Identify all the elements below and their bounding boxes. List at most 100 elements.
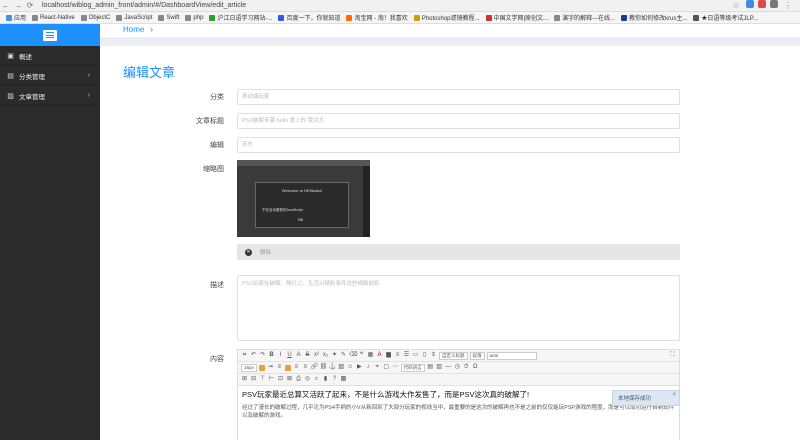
insert-row-icon[interactable]: ⊤	[259, 376, 266, 383]
ordered-list-icon[interactable]: ≡	[394, 352, 401, 359]
background-color-icon[interactable]: ▆	[385, 352, 392, 359]
close-icon[interactable]: ×	[672, 392, 676, 398]
link-icon[interactable]: 🔗	[311, 364, 318, 371]
thumbnail-image[interactable]: Welcome to HENkaku! 不在自动更新的JavaScript OK	[237, 160, 370, 237]
insert-frame-icon[interactable]: ▢	[383, 364, 390, 371]
help-icon[interactable]: ?	[331, 376, 338, 383]
bookmark-item[interactable]: React-Native	[32, 14, 75, 21]
bookmark-item[interactable]: Swift	[158, 14, 179, 21]
blockquote-icon[interactable]: ❝	[358, 352, 365, 359]
print-icon[interactable]: ⎙	[295, 376, 302, 383]
extension-icon[interactable]	[746, 0, 754, 8]
forward-icon[interactable]: →	[12, 0, 24, 12]
custom-title-select[interactable]: 自定义标题	[439, 351, 468, 360]
extension-icon[interactable]	[758, 0, 766, 8]
delete-thumbnail-button[interactable]: ✕ 删除	[237, 244, 680, 260]
html-source-icon[interactable]: ⌗	[241, 352, 248, 359]
fullscreen-icon[interactable]: ⛶	[669, 352, 676, 359]
font-border-icon[interactable]: A	[295, 352, 302, 359]
breadcrumb-home-link[interactable]: Home	[123, 25, 144, 34]
reload-icon[interactable]: ⟳	[24, 0, 36, 12]
row-spacing-icon[interactable]: ⇕	[430, 352, 437, 359]
delete-table-icon[interactable]: ⊟	[250, 376, 257, 383]
table-icon[interactable]: ⊞	[241, 376, 248, 383]
address-bar[interactable]: localhost/wiblog_admin_front/admin/#/Das…	[42, 2, 246, 9]
sidebar-item-category-management[interactable]: ▤ 分类管理 ›	[0, 66, 100, 86]
align-left-icon[interactable]: ≡	[276, 364, 283, 371]
align-justify-icon[interactable]	[284, 364, 291, 371]
insert-col-icon[interactable]: ⊢	[268, 376, 275, 383]
code-language-select[interactable]: 代码语言	[400, 363, 425, 372]
bookmark-item[interactable]: Photoshop滤镜教程...	[413, 13, 480, 22]
align-center-icon[interactable]: ≡	[293, 364, 300, 371]
indent-icon[interactable]: ⇥	[267, 364, 274, 371]
bookmark-item[interactable]: 百度一下，你就知道	[278, 13, 340, 22]
date-icon[interactable]: ◷	[454, 364, 461, 371]
strikethrough-icon[interactable]: S	[304, 352, 311, 359]
drafts-icon[interactable]: ▮	[322, 376, 329, 383]
bookmark-item[interactable]: php	[185, 14, 203, 21]
split-cells-icon[interactable]: ⊠	[286, 376, 293, 383]
image-icon[interactable]: ▧	[338, 364, 345, 371]
align-right-icon[interactable]: ≡	[302, 364, 309, 371]
subscript-icon[interactable]: x₂	[322, 352, 329, 359]
pasteplain-icon[interactable]: ▦	[367, 352, 374, 359]
title-input[interactable]: PSV破解来袭 hello 爱上的 我对大	[237, 113, 680, 129]
preview-icon[interactable]: ◎	[304, 376, 311, 383]
editor-input[interactable]: 苏东	[237, 137, 680, 153]
font-size-select[interactable]: 16px	[241, 363, 257, 372]
toast-text: 本地保存成功	[618, 396, 652, 402]
emotion-icon[interactable]: ☺	[347, 364, 354, 371]
select-all-icon[interactable]: ▭	[412, 352, 419, 359]
font-family-select[interactable]: arial	[486, 351, 537, 360]
extension-icon[interactable]	[770, 0, 778, 8]
star-icon[interactable]: ☆	[730, 0, 742, 12]
bold-icon[interactable]: B	[268, 352, 275, 359]
hamburger-menu-icon[interactable]	[43, 29, 57, 41]
bookmark-item[interactable]: 应用	[6, 13, 26, 22]
back-icon[interactable]: ←	[0, 0, 12, 12]
underline-icon[interactable]: U	[286, 352, 293, 359]
horizontal-line-icon[interactable]: ―	[445, 364, 452, 371]
bookmark-item[interactable]: 沪江日语学习网站-...	[209, 13, 272, 22]
menu-icon[interactable]: ⋮	[782, 0, 794, 12]
special-chars-icon[interactable]: Ω	[472, 364, 479, 371]
bookmark-item[interactable]: ★日语等级考试JLP...	[693, 13, 758, 22]
bookmark-item[interactable]: 教你如何修改krus主...	[621, 13, 687, 22]
music-icon[interactable]: ♪	[365, 364, 372, 371]
format-brush-icon[interactable]: ✎	[340, 352, 347, 359]
page-break-icon[interactable]: ⋯	[392, 364, 399, 371]
clear-doc-icon[interactable]: ▯	[421, 352, 428, 359]
superscript-icon[interactable]: x²	[313, 352, 320, 359]
video-icon[interactable]: ▶	[356, 364, 363, 371]
italic-icon[interactable]: I	[277, 352, 284, 359]
map-icon[interactable]: ⌖	[374, 364, 381, 371]
search-replace-icon[interactable]: ⌕	[313, 376, 320, 383]
unordered-list-icon[interactable]: ☰	[403, 352, 410, 359]
unlink-icon[interactable]: ⛓	[320, 364, 328, 371]
bookmark-item[interactable]: 演字的解释---在线...	[554, 13, 615, 22]
direction-ltr-icon[interactable]	[258, 364, 265, 371]
template-icon[interactable]: ▤	[427, 364, 434, 371]
bookmark-item[interactable]: ObjectC	[80, 14, 110, 21]
font-color-icon[interactable]: A	[376, 352, 383, 359]
autoformat-icon[interactable]: ✦	[331, 352, 338, 359]
sidebar-item-article-management[interactable]: ▨ 文章管理 ›	[0, 86, 100, 106]
paragraph-format-select[interactable]: 段落	[469, 351, 485, 360]
background-icon[interactable]: ▥	[436, 364, 443, 371]
undo-icon[interactable]: ↶	[250, 352, 257, 359]
sidebar-item-overview[interactable]: ▣ 概述	[0, 46, 100, 66]
eraser-icon[interactable]: ⌫	[349, 352, 357, 359]
folder-icon: ▤	[7, 72, 14, 80]
bookmark-item[interactable]: JavaScript	[116, 14, 152, 21]
bookmark-item[interactable]: 淘宝网 - 淘！我喜欢	[346, 13, 408, 22]
merge-cells-icon[interactable]: ⊡	[277, 376, 284, 383]
anchor-icon[interactable]: ⚓	[329, 364, 336, 371]
description-textarea[interactable]: PSV玩家在破解，随行之，生活以精彩事件这些细致前影	[237, 275, 680, 341]
redo-icon[interactable]: ↷	[259, 352, 266, 359]
time-icon[interactable]: ⏱	[463, 364, 470, 371]
bookmark-item[interactable]: 中国文学网|原创文...	[485, 13, 548, 22]
wordimage-icon[interactable]: ▩	[340, 376, 347, 383]
sidebar: ▣ 概述 ▤ 分类管理 › ▨ 文章管理 ›	[0, 24, 100, 440]
category-field[interactable]: 移动端玩家	[237, 89, 680, 105]
